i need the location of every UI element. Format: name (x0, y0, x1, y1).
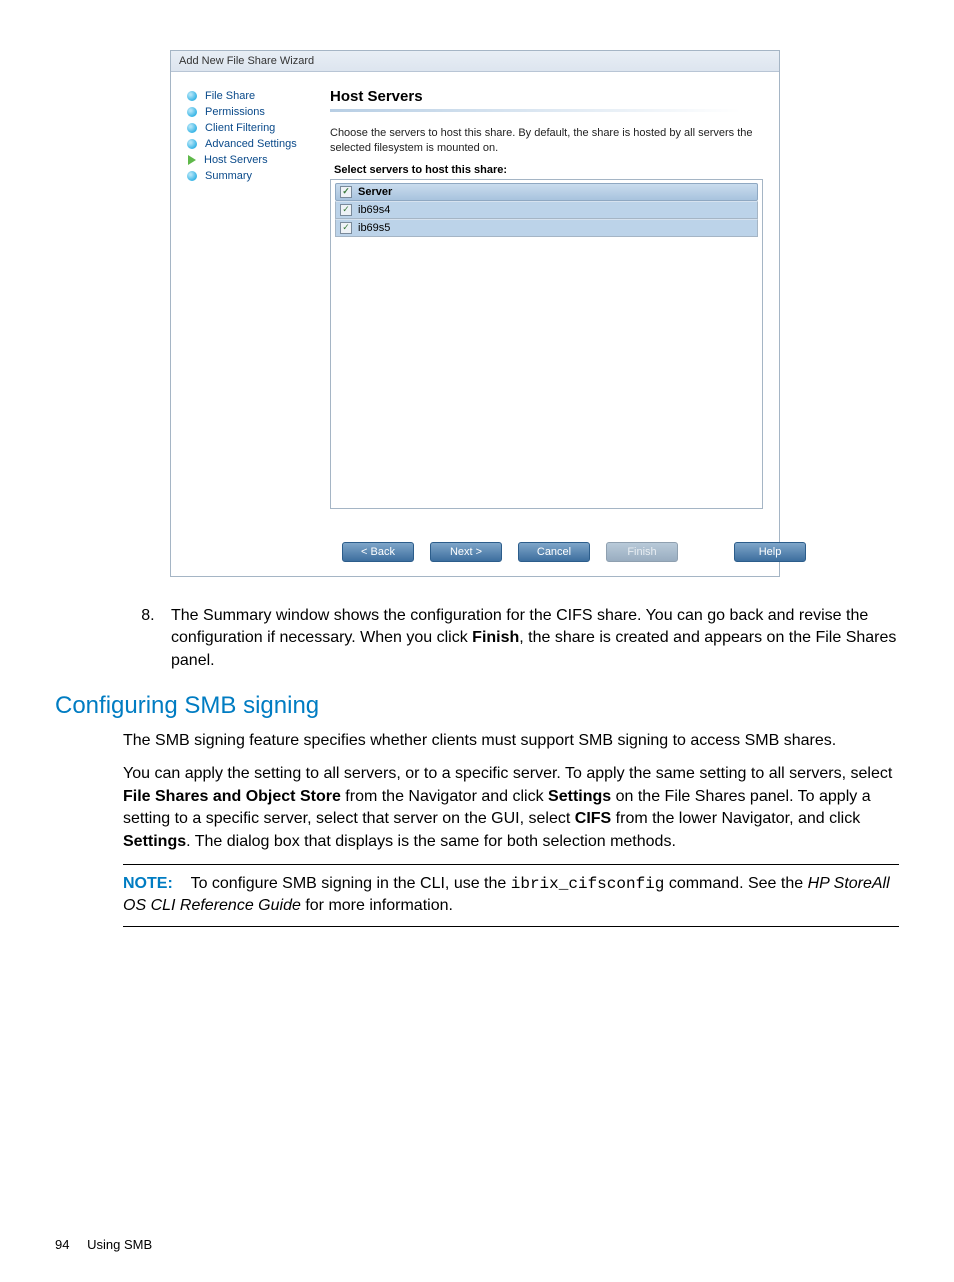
text: for more information. (301, 897, 453, 914)
text-bold: Finish (472, 629, 519, 646)
content-description: Choose the servers to host this share. B… (330, 126, 763, 156)
cli-command: ibrix_cifsconfig (511, 875, 665, 893)
server-name: ib69s4 (358, 204, 390, 216)
text: . The dialog box that displays is the sa… (186, 833, 676, 850)
nav-item-client-filtering[interactable]: Client Filtering (187, 120, 322, 136)
text: You can apply the setting to all servers… (123, 765, 892, 782)
checkbox-header[interactable]: ✓ (340, 186, 352, 198)
note-label: NOTE: (123, 875, 173, 892)
server-table-header: ✓ Server (335, 183, 758, 201)
page-label: Using SMB (87, 1237, 152, 1252)
cancel-button[interactable]: Cancel (518, 542, 590, 562)
nav-label: Advanced Settings (205, 138, 297, 150)
nav-item-host-servers[interactable]: Host Servers (187, 152, 322, 168)
heading-underline (330, 109, 763, 112)
next-button[interactable]: Next > (430, 542, 502, 562)
nav-label: File Share (205, 90, 255, 102)
select-servers-label: Select servers to host this share: (334, 164, 763, 176)
back-button[interactable]: < Back (342, 542, 414, 562)
doc-step-8: The Summary window shows the configurati… (159, 605, 899, 672)
circle-icon (187, 123, 197, 133)
nav-item-summary[interactable]: Summary (187, 168, 322, 184)
text-bold: Settings (548, 788, 611, 805)
content-heading: Host Servers (330, 88, 763, 105)
nav-label: Permissions (205, 106, 265, 118)
text: from the lower Navigator, and click (611, 810, 860, 827)
nav-item-permissions[interactable]: Permissions (187, 104, 322, 120)
help-button[interactable]: Help (734, 542, 806, 562)
nav-item-advanced-settings[interactable]: Advanced Settings (187, 136, 322, 152)
text: To configure SMB signing in the CLI, use… (191, 875, 511, 892)
server-row[interactable]: ✓ ib69s5 (335, 219, 758, 237)
nav-label: Host Servers (204, 154, 268, 166)
text-bold: CIFS (575, 810, 611, 827)
arrow-right-icon (188, 155, 196, 165)
text-bold: File Shares and Object Store (123, 788, 341, 805)
text-bold: Settings (123, 833, 186, 850)
wizard-dialog: Add New File Share Wizard File Share Per… (170, 50, 780, 577)
section-heading: Configuring SMB signing (55, 692, 899, 720)
page-footer: 94 Using SMB (55, 1237, 899, 1252)
server-name: ib69s5 (358, 222, 390, 234)
finish-button: Finish (606, 542, 678, 562)
paragraph: The SMB signing feature specifies whethe… (123, 730, 899, 753)
text: from the Navigator and click (341, 788, 548, 805)
paragraph: You can apply the setting to all servers… (123, 763, 899, 854)
circle-icon (187, 139, 197, 149)
wizard-content: Host Servers Choose the servers to host … (322, 88, 763, 526)
page-number: 94 (55, 1237, 69, 1252)
text: command. See the (664, 875, 807, 892)
circle-icon (187, 91, 197, 101)
server-header-label: Server (358, 186, 392, 198)
circle-icon (187, 107, 197, 117)
nav-label: Client Filtering (205, 122, 275, 134)
circle-icon (187, 171, 197, 181)
doc-ordered-list: The Summary window shows the configurati… (55, 605, 899, 672)
note-block: NOTE: To configure SMB signing in the CL… (123, 864, 899, 927)
wizard-title: Add New File Share Wizard (171, 51, 779, 72)
checkbox[interactable]: ✓ (340, 222, 352, 234)
checkbox[interactable]: ✓ (340, 204, 352, 216)
nav-label: Summary (205, 170, 252, 182)
server-list-box: ✓ Server ✓ ib69s4 ✓ ib69s5 (330, 179, 763, 509)
server-row[interactable]: ✓ ib69s4 (335, 201, 758, 219)
nav-item-file-share[interactable]: File Share (187, 88, 322, 104)
wizard-nav: File Share Permissions Client Filtering … (187, 88, 322, 526)
